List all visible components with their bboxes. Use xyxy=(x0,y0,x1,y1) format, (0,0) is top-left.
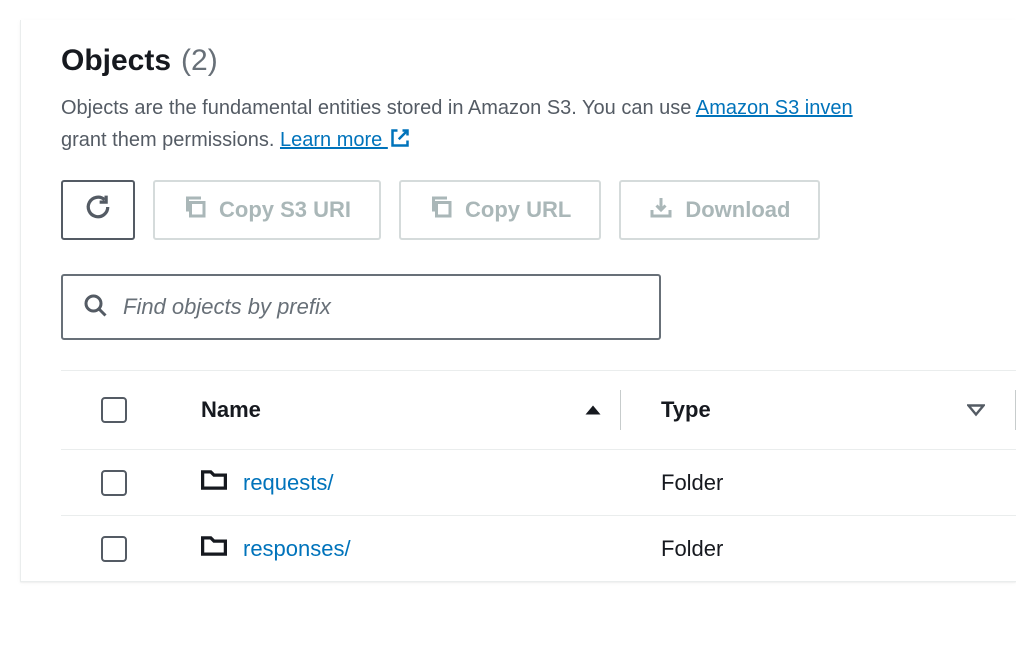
copy-icon xyxy=(183,195,207,225)
table-row: requests/ Folder xyxy=(61,449,1016,515)
row-checkbox[interactable] xyxy=(101,470,127,496)
search-box[interactable] xyxy=(61,274,661,340)
download-button[interactable]: Download xyxy=(619,180,820,240)
object-type: Folder xyxy=(661,470,723,496)
folder-icon xyxy=(201,467,227,499)
folder-icon xyxy=(201,533,227,565)
description-suffix: grant them permissions. xyxy=(61,129,280,151)
column-header-name-label: Name xyxy=(161,397,261,423)
object-type: Folder xyxy=(661,536,723,562)
search-input[interactable] xyxy=(121,276,639,338)
object-name-link[interactable]: requests/ xyxy=(243,470,334,496)
select-all-checkbox[interactable] xyxy=(101,397,127,423)
learn-more-link[interactable]: Learn more xyxy=(280,129,410,151)
panel-description: Objects are the fundamental entities sto… xyxy=(61,92,1016,158)
objects-table: Name Type xyxy=(61,370,1016,581)
panel-title: Objects xyxy=(61,44,171,78)
panel-heading: Objects (2) xyxy=(61,44,1016,78)
object-name-link[interactable]: responses/ xyxy=(243,536,351,562)
table-row: responses/ Folder xyxy=(61,515,1016,581)
search-icon xyxy=(83,293,107,322)
table-header-row: Name Type xyxy=(61,371,1016,449)
objects-panel: Objects (2) Objects are the fundamental … xyxy=(20,20,1016,582)
sort-ascending-icon xyxy=(584,401,602,419)
download-label: Download xyxy=(685,197,790,223)
copy-icon xyxy=(429,195,453,225)
external-link-icon xyxy=(390,126,410,158)
sort-none-icon xyxy=(967,401,985,419)
column-header-type-label: Type xyxy=(661,397,711,423)
copy-url-button[interactable]: Copy URL xyxy=(399,180,601,240)
copy-url-label: Copy URL xyxy=(465,197,571,223)
description-text: Objects are the fundamental entities sto… xyxy=(61,97,696,119)
action-toolbar: Copy S3 URI Copy URL Download xyxy=(61,180,1016,240)
column-header-type[interactable]: Type xyxy=(621,390,1016,430)
copy-s3-uri-label: Copy S3 URI xyxy=(219,197,351,223)
s3-inventory-link[interactable]: Amazon S3 inven xyxy=(696,97,853,119)
refresh-button[interactable] xyxy=(61,180,135,240)
download-icon xyxy=(649,195,673,225)
refresh-icon xyxy=(85,194,111,226)
column-header-name[interactable]: Name xyxy=(161,390,621,430)
copy-s3-uri-button[interactable]: Copy S3 URI xyxy=(153,180,381,240)
row-checkbox[interactable] xyxy=(101,536,127,562)
object-count: (2) xyxy=(181,44,218,78)
filter-container xyxy=(61,274,1016,340)
